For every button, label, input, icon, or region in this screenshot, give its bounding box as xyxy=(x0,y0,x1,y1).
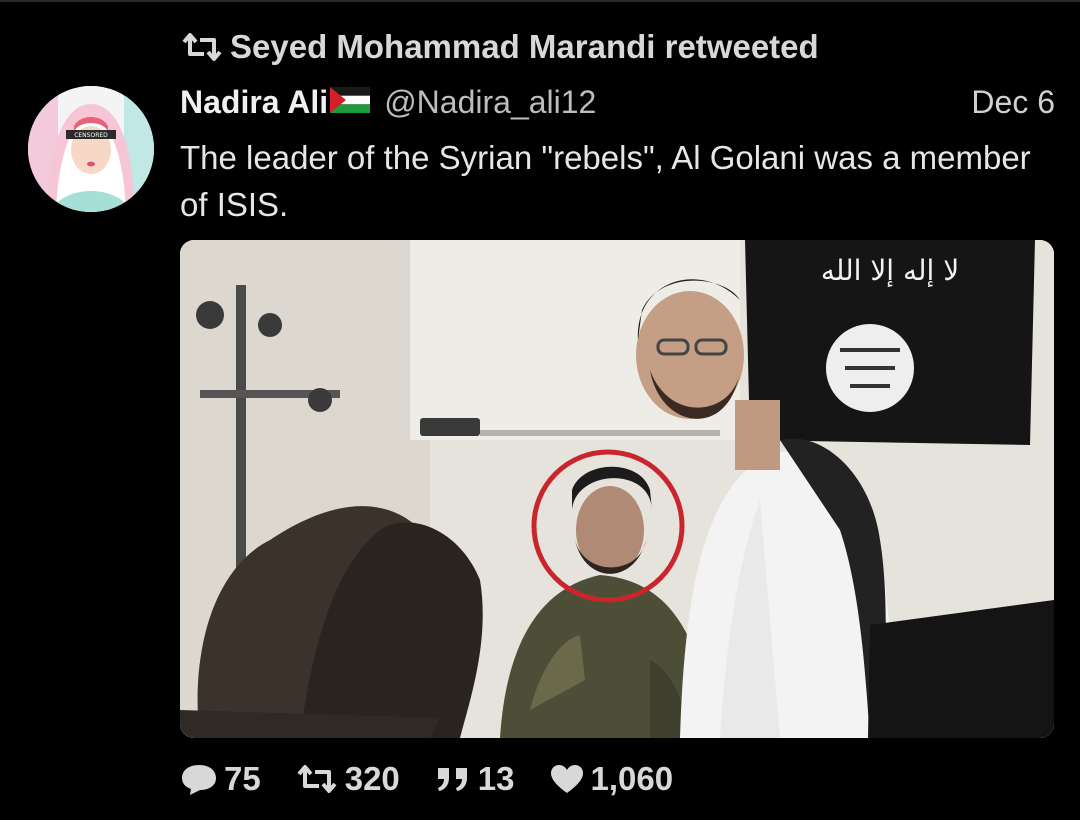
retweet-count: 320 xyxy=(344,760,400,797)
tweet-header: Nadira Ali @Nadira_ali12 Dec 6 xyxy=(180,80,1055,124)
heart-icon xyxy=(549,763,585,795)
tweet-date[interactable]: Dec 6 xyxy=(971,84,1055,121)
avatar-badge-text: CENSORED xyxy=(74,132,108,139)
retweet-icon xyxy=(180,32,224,62)
tweet-text: The leader of the Syrian "rebels", Al Go… xyxy=(180,139,1031,223)
retweet-count-icon xyxy=(295,764,339,794)
retweeted-by-label: Seyed Mohammad Marandi retweeted xyxy=(230,28,819,65)
retweet-context[interactable]: Seyed Mohammad Marandi retweeted xyxy=(180,26,819,68)
reply-button[interactable]: 75 xyxy=(180,760,261,798)
palestine-flag-icon xyxy=(330,86,371,118)
quote-count: 13 xyxy=(477,760,515,797)
retweet-button[interactable]: 320 xyxy=(295,760,400,798)
reply-count: 75 xyxy=(224,760,261,797)
tweet-actions: 75 320 13 1,060 xyxy=(180,756,707,802)
top-divider xyxy=(0,0,1080,2)
flag-banner-text: لا إله إلا الله xyxy=(821,254,959,287)
reply-icon xyxy=(180,762,218,796)
author-handle[interactable]: @Nadira_ali12 xyxy=(384,84,596,121)
tweet-photo[interactable]: لا إله إلا الله xyxy=(180,240,1054,738)
avatar[interactable]: CENSORED xyxy=(28,86,154,212)
quote-button[interactable]: 13 xyxy=(434,760,515,798)
quote-icon xyxy=(434,764,472,794)
like-button[interactable]: 1,060 xyxy=(549,760,674,798)
author-display-name[interactable]: Nadira Ali xyxy=(180,84,328,121)
like-count: 1,060 xyxy=(590,760,674,797)
